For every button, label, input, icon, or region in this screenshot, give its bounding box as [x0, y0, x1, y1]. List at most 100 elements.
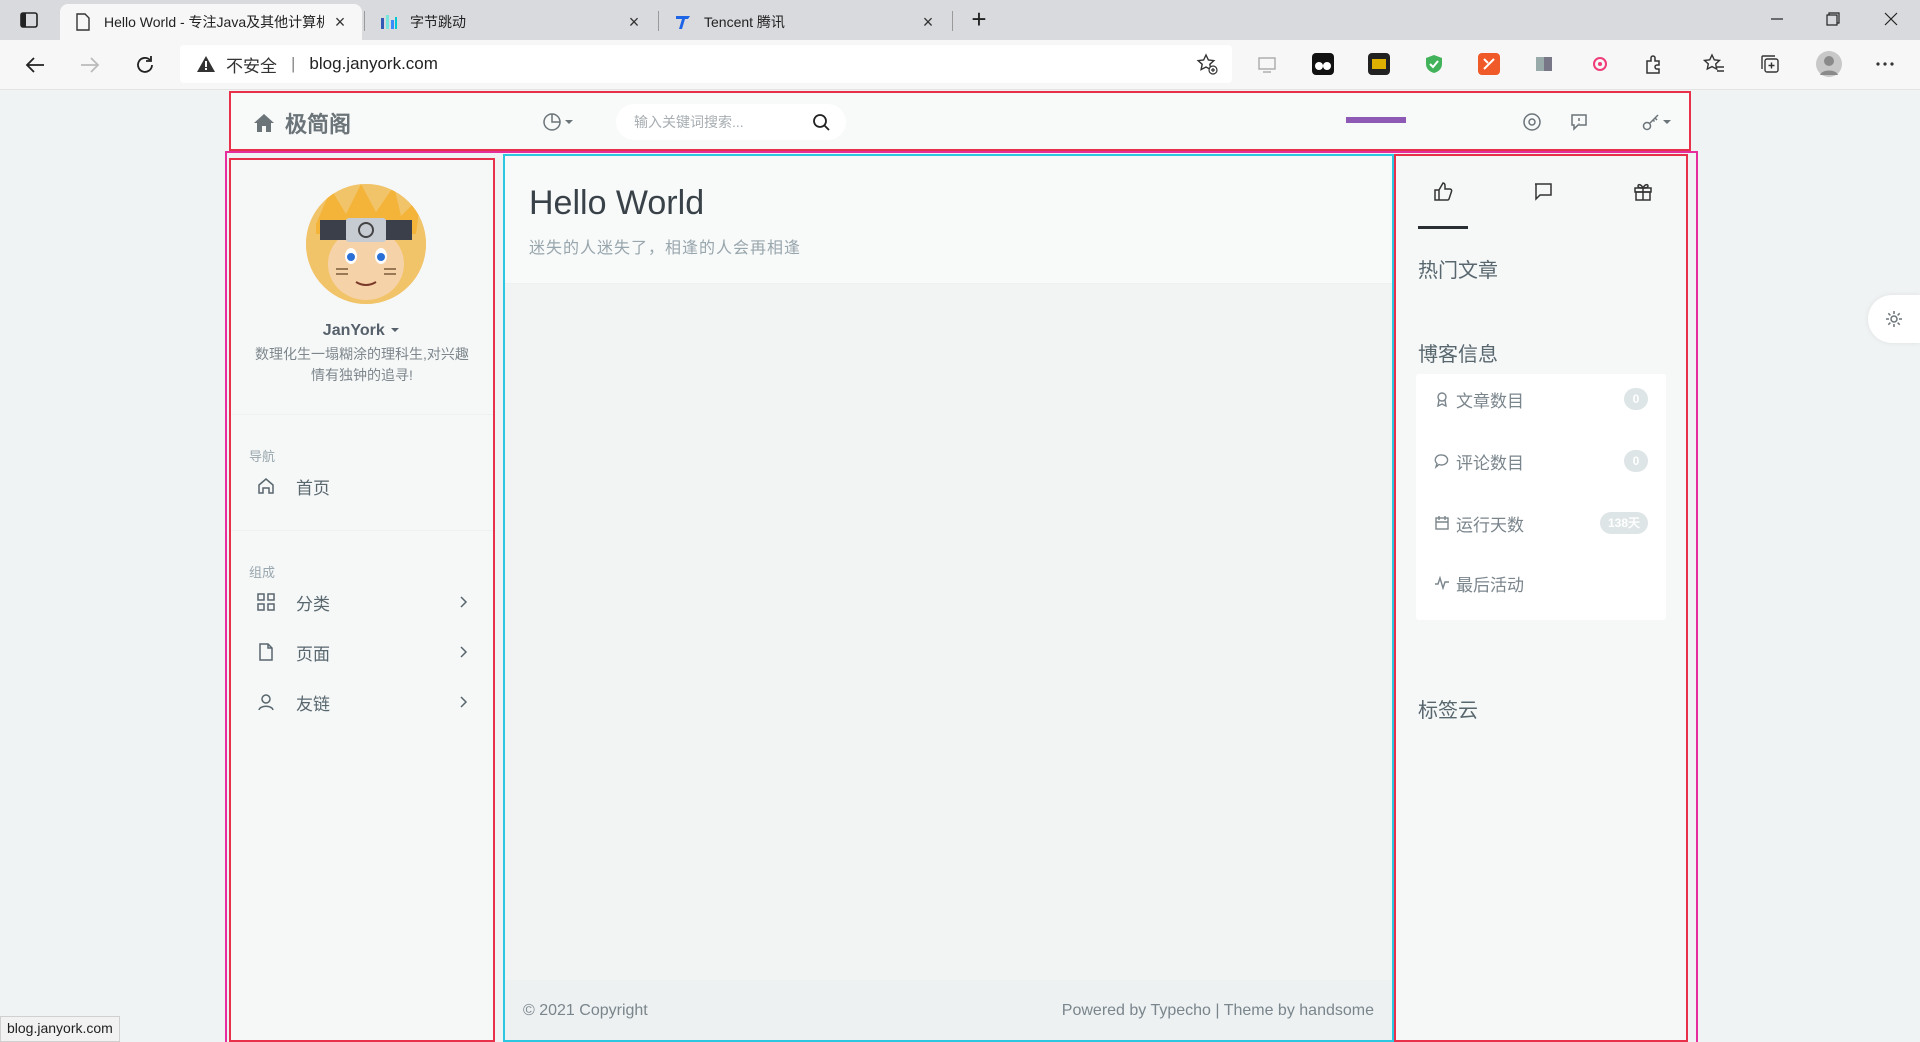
- left-sidebar: JanYork 数理化生一塌糊涂的理科生,对兴趣情有独钟的追寻! 导航 首页 组…: [229, 158, 495, 1042]
- url-text[interactable]: blog.janyork.com: [309, 54, 438, 74]
- username-dropdown[interactable]: JanYork: [231, 322, 493, 340]
- tampermonkey-icon[interactable]: [1312, 53, 1334, 75]
- reader-mode-icon[interactable]: [1257, 53, 1279, 75]
- browser-tab-bar: Hello World - 专注Java及其他计算机技术 × 字节跳动 × Te…: [0, 0, 1920, 40]
- forward-button[interactable]: [77, 52, 103, 78]
- stat-posts: 文章数目 0: [1416, 374, 1666, 424]
- search-icon[interactable]: [812, 113, 830, 131]
- login-dropdown[interactable]: [1637, 111, 1677, 133]
- warning-icon[interactable]: [196, 54, 216, 74]
- security-label: 不安全: [226, 56, 277, 76]
- reload-button[interactable]: [132, 52, 158, 78]
- chevron-right-icon: [455, 594, 471, 610]
- stat-comments: 评论数目 0: [1416, 436, 1666, 486]
- site-brand[interactable]: 极简阁: [253, 107, 351, 139]
- search-box: [616, 104, 846, 140]
- sidebar-toggle-icon[interactable]: [18, 9, 40, 31]
- pink-extension-icon[interactable]: [1589, 53, 1611, 75]
- page-icon: [74, 13, 92, 31]
- file-icon: [256, 642, 276, 662]
- adguard-icon[interactable]: [1423, 53, 1445, 75]
- user-icon: [256, 692, 276, 712]
- address-toolbar: 不安全 | blog.janyork.com: [0, 40, 1920, 90]
- nav-heading: 导航: [249, 449, 276, 464]
- user-bio: 数理化生一塌糊涂的理科生,对兴趣情有独钟的追寻!: [255, 346, 469, 383]
- chevron-right-icon: [455, 694, 471, 710]
- tab-separator: [364, 11, 365, 31]
- tab-bytedance[interactable]: 字节跳动 ×: [366, 4, 656, 40]
- theme-toggle-dropdown[interactable]: [541, 111, 581, 133]
- thumbs-up-icon[interactable]: [1432, 180, 1454, 202]
- settings-button[interactable]: [1868, 295, 1920, 343]
- nav-label: 首页: [296, 478, 330, 498]
- sidebar-tabs: [1396, 156, 1686, 230]
- close-icon[interactable]: ×: [626, 13, 642, 31]
- close-icon[interactable]: ×: [920, 13, 936, 31]
- stat-last-activity: 最后活动: [1416, 558, 1666, 608]
- caret-down-icon: [391, 328, 400, 332]
- chevron-right-icon: [455, 644, 471, 660]
- nav-item-categories[interactable]: 分类: [231, 580, 493, 624]
- close-icon[interactable]: ×: [332, 13, 348, 31]
- active-tab-indicator: [1418, 226, 1468, 229]
- copyright-text: © 2021 Copyright: [523, 1002, 648, 1019]
- nav-item-home[interactable]: 首页: [231, 464, 493, 508]
- tag-cloud-heading: 标签云: [1418, 700, 1478, 722]
- tab-tencent[interactable]: Tencent 腾讯 ×: [660, 4, 950, 40]
- tab-separator: [658, 11, 659, 31]
- site-footer: © 2021 Copyright Powered by Typecho | Th…: [505, 980, 1392, 1040]
- right-sidebar: 热门文章 博客信息 文章数目 0 评论数目 0 运行天数 138天 最后活动 标…: [1394, 154, 1688, 1042]
- grid-icon: [256, 592, 276, 612]
- nav-label: 友链: [296, 694, 330, 714]
- extensions-icon[interactable]: [1643, 53, 1665, 75]
- tab-hello-world[interactable]: Hello World - 专注Java及其他计算机技术 ×: [60, 4, 362, 40]
- collections-icon[interactable]: [1759, 53, 1781, 75]
- blog-info-heading: 博客信息: [1418, 344, 1498, 366]
- message-icon[interactable]: [1568, 111, 1590, 133]
- tencent-icon: [674, 13, 692, 31]
- music-icon[interactable]: [1521, 111, 1543, 133]
- comment-tab-icon[interactable]: [1532, 180, 1554, 202]
- url-bar[interactable]: 不安全 | blog.janyork.com: [180, 45, 1232, 83]
- clock-icon: [543, 113, 561, 131]
- post-header: Hello World 迷失的人迷失了，相逢的人会再相逢: [505, 156, 1392, 284]
- nav-item-pages[interactable]: 页面: [231, 630, 493, 674]
- back-button[interactable]: [22, 52, 48, 78]
- divider: [231, 530, 493, 531]
- nav-item-friends[interactable]: 友链: [231, 680, 493, 724]
- group-heading: 组成: [249, 565, 276, 580]
- tab-title: 字节跳动: [410, 14, 466, 30]
- orange-extension-icon[interactable]: [1478, 53, 1500, 75]
- stat-badge: 0: [1624, 450, 1648, 472]
- reading-progress-bar: [1346, 117, 1406, 123]
- nav-label: 分类: [296, 594, 330, 614]
- profile-avatar-icon[interactable]: [1816, 51, 1842, 77]
- search-input[interactable]: [634, 114, 804, 130]
- close-window-button[interactable]: [1868, 4, 1914, 34]
- caret-down-icon: [565, 120, 573, 124]
- divider: |: [291, 54, 296, 73]
- stat-label: 评论数目: [1456, 453, 1524, 473]
- nav-label: 页面: [296, 644, 330, 664]
- divider: [231, 414, 493, 415]
- tab-title: Hello World - 专注Java及其他计算机技术: [104, 14, 324, 30]
- vip-extension-icon[interactable]: [1368, 53, 1390, 75]
- page-viewport: 极简阁 输入关键词搜索... JanYork 数理化生一塌糊涂的理科生,对兴趣情…: [0, 91, 1920, 1042]
- stat-label: 文章数目: [1456, 391, 1524, 411]
- stat-label: 运行天数: [1456, 515, 1524, 535]
- more-menu-icon[interactable]: [1874, 53, 1896, 75]
- gift-icon[interactable]: [1632, 180, 1654, 202]
- comment-icon: [1434, 453, 1450, 469]
- restore-button[interactable]: [1810, 4, 1856, 34]
- favorites-icon[interactable]: [1702, 53, 1725, 75]
- minimize-button[interactable]: [1754, 4, 1800, 34]
- reading-list-extension-icon[interactable]: [1533, 53, 1555, 75]
- main-content: Hello World 迷失的人迷失了，相逢的人会再相逢 © 2021 Copy…: [503, 154, 1394, 1042]
- add-favorite-icon[interactable]: [1196, 53, 1218, 75]
- key-icon: [1642, 114, 1659, 131]
- stat-label: 最后活动: [1456, 575, 1524, 595]
- avatar[interactable]: [306, 184, 426, 304]
- blog-info-card: 文章数目 0 评论数目 0 运行天数 138天 最后活动: [1416, 374, 1666, 620]
- new-tab-button[interactable]: +: [965, 6, 993, 34]
- stat-badge: 138天: [1599, 512, 1648, 534]
